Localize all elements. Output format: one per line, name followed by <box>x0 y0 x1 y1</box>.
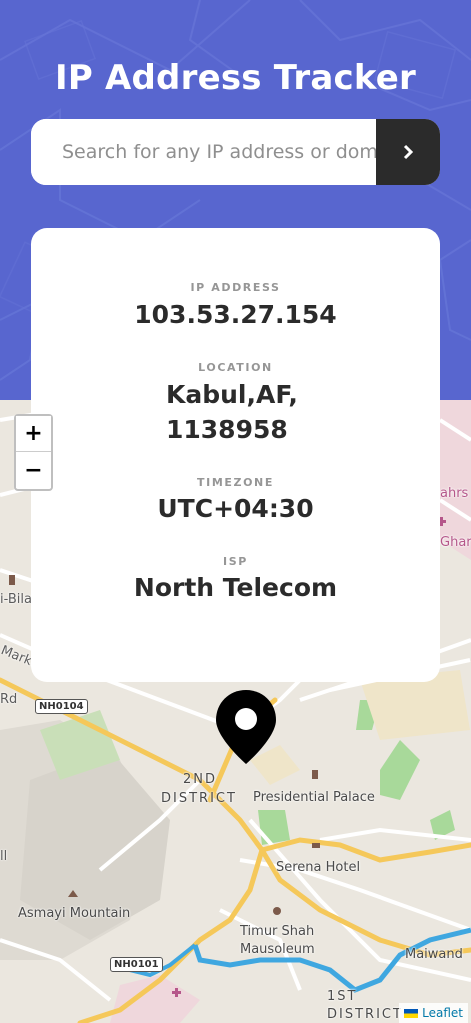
ukraine-flag-icon <box>404 1008 419 1018</box>
search-input[interactable] <box>31 119 376 185</box>
map-label-first-district: 1ST <box>327 989 358 1004</box>
isp-value: North Telecom <box>133 573 338 602</box>
map-label-serena-hotel: Serena Hotel <box>276 860 361 875</box>
location-label: LOCATION <box>198 361 273 374</box>
search-submit-button[interactable] <box>376 119 440 185</box>
map-label-timur-shah: Timur Shah <box>240 924 315 939</box>
location-pin-icon[interactable] <box>216 690 276 764</box>
road-shield-nh0101: NH0101 <box>110 957 163 972</box>
map-attribution: Leaflet <box>399 1003 468 1023</box>
road-shield-nh0104: NH0104 <box>35 699 88 714</box>
location-value-line2: 1138958 <box>166 415 288 444</box>
map-label-first-district: DISTRICT <box>327 1007 403 1022</box>
leaflet-link[interactable]: Leaflet <box>422 1006 463 1020</box>
map-label-ghar: Ghar <box>440 535 471 550</box>
map-label-ll: ll <box>0 849 8 864</box>
map-label-maiwand: Maiwand <box>405 947 463 962</box>
zoom-out-button[interactable]: − <box>16 452 51 488</box>
page-title: IP Address Tracker <box>55 58 416 98</box>
map-label-district: 2ND <box>183 772 218 787</box>
map-label-asmayi-mountain: Asmayi Mountain <box>18 906 131 921</box>
ip-address-value: 103.53.27.154 <box>134 300 337 329</box>
map-label-presidential-palace: Presidential Palace <box>253 790 375 805</box>
zoom-control: + − <box>14 414 53 491</box>
map-label-shahrs: ahrs <box>440 486 469 501</box>
map-label-mausoleum: Mausoleum <box>240 942 315 957</box>
timezone-label: TIMEZONE <box>197 476 274 489</box>
chevron-right-icon <box>403 144 414 160</box>
map-label-district: DISTRICT <box>161 791 237 806</box>
isp-label: ISP <box>223 555 248 568</box>
location-value-line1: Kabul,AF, <box>166 380 298 409</box>
ip-info-card: IP ADDRESS 103.53.27.154 LOCATION Kabul,… <box>31 228 440 682</box>
search-bar <box>31 119 440 185</box>
zoom-in-button[interactable]: + <box>16 416 51 452</box>
ip-address-label: IP ADDRESS <box>190 281 281 294</box>
map-label-bila: i-Bila <box>0 592 32 607</box>
map-label-rd: Rd <box>0 692 18 707</box>
timezone-value: UTC+04:30 <box>157 494 314 523</box>
